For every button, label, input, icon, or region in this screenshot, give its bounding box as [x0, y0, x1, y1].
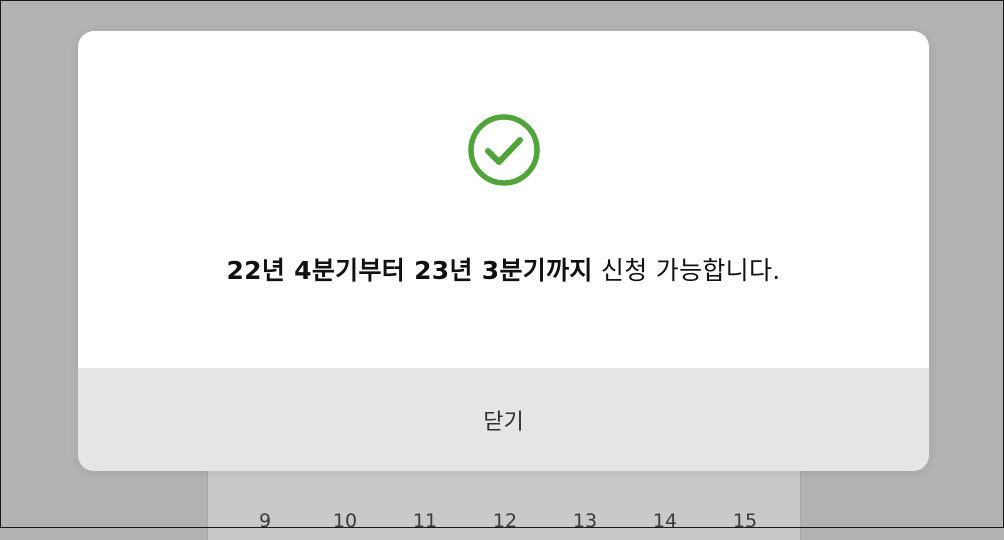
calendar-day: 11: [412, 510, 438, 532]
check-circle-icon: [468, 114, 540, 186]
calendar-day: 14: [652, 510, 678, 532]
calendar-day: 13: [572, 510, 598, 532]
calendar-day: 10: [332, 510, 358, 532]
alert-dialog: 22년 4분기부터 23년 3분기까지 신청 가능합니다. 닫기: [78, 31, 929, 471]
close-button[interactable]: 닫기: [78, 368, 929, 471]
dialog-message: 22년 4분기부터 23년 3분기까지 신청 가능합니다.: [78, 251, 929, 287]
message-text: 신청 가능합니다.: [592, 256, 781, 285]
calendar-week-row: 9 10 11 12 13 14 15: [208, 510, 800, 540]
calendar-day: 12: [492, 510, 518, 532]
calendar-day: 9: [258, 510, 272, 532]
message-period: 22년 4분기부터 23년 3분기까지: [226, 256, 593, 285]
dialog-body: 22년 4분기부터 23년 3분기까지 신청 가능합니다.: [78, 31, 929, 368]
calendar-day: 15: [732, 510, 758, 532]
